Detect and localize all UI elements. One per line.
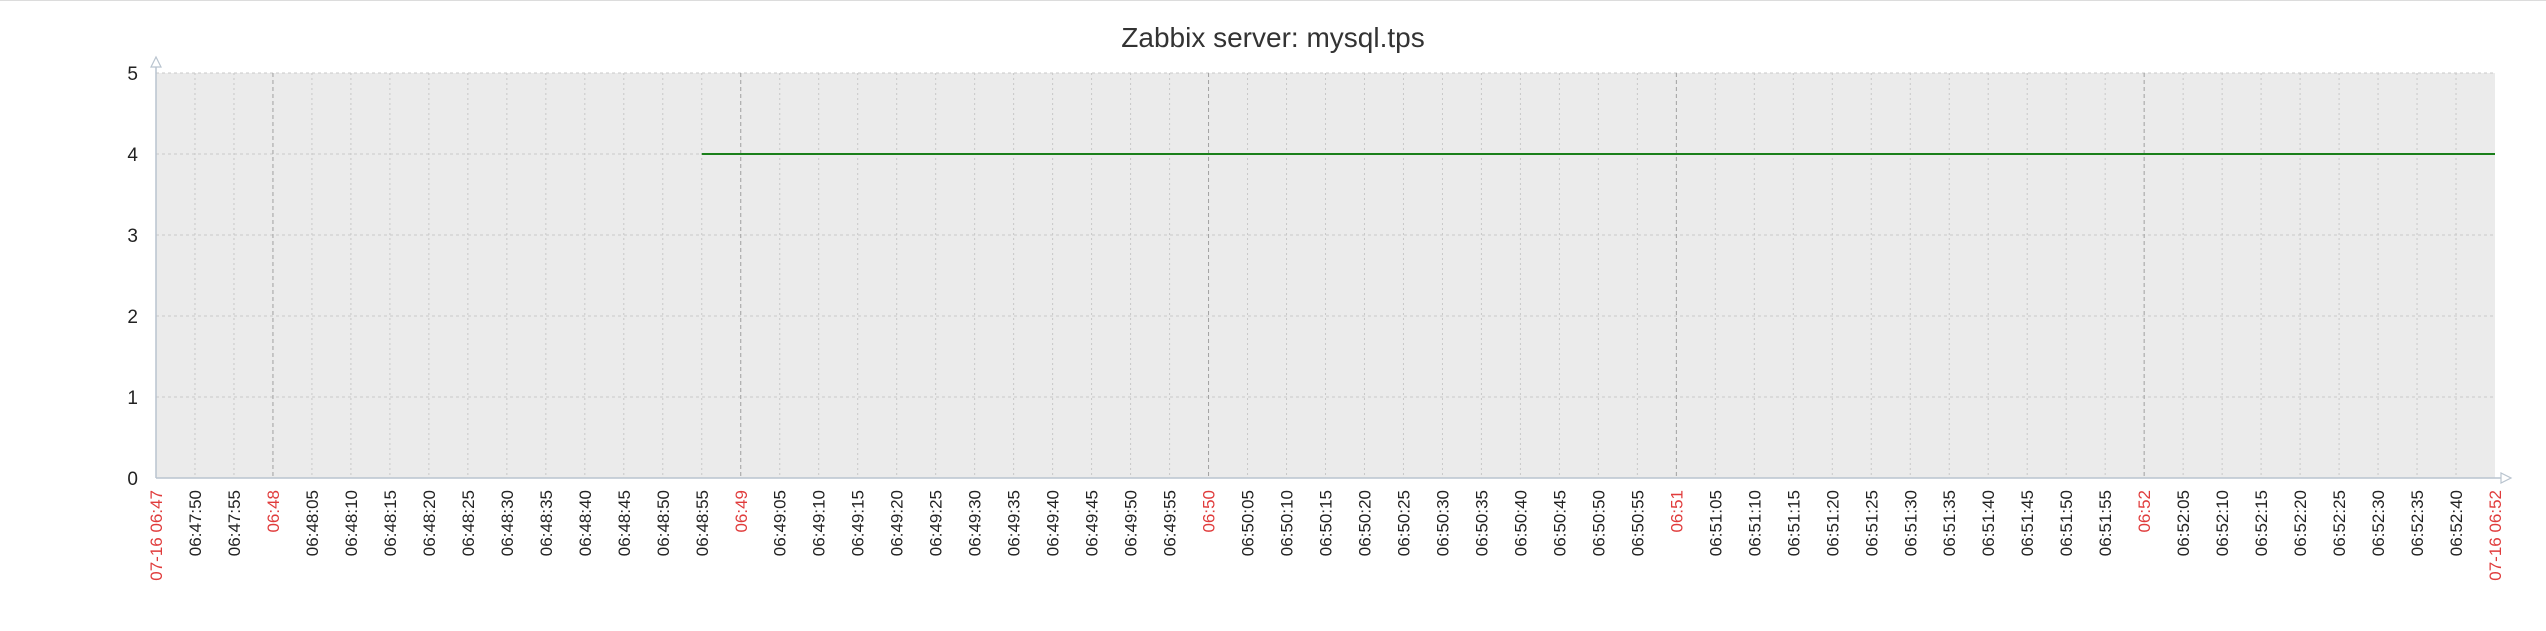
x-tick-label: 06:48:50 <box>654 490 673 556</box>
x-tick-label: 06:51:20 <box>1823 490 1842 556</box>
x-tick-label: 06:52 <box>2135 490 2154 533</box>
x-tick-label: 06:52:10 <box>2213 490 2232 556</box>
x-tick-label: 06:52:30 <box>2369 490 2388 556</box>
x-tick-label: 06:49:40 <box>1044 490 1063 556</box>
x-tick-label: 06:48 <box>264 490 283 533</box>
x-tick-label: 06:51:15 <box>1784 490 1803 556</box>
x-tick-label: 06:49 <box>732 490 751 533</box>
x-tick-label: 06:50:25 <box>1394 490 1413 556</box>
y-tick-label: 1 <box>127 388 138 409</box>
x-tick-label: 06:52:35 <box>2408 490 2427 556</box>
x-tick-label: 06:47:50 <box>186 490 205 556</box>
x-tick-label: 06:50:15 <box>1317 490 1336 556</box>
x-tick-label: 06:52:05 <box>2174 490 2193 556</box>
x-tick-label: 06:52:15 <box>2252 490 2271 556</box>
y-tick-label: 3 <box>127 226 138 247</box>
x-tick-label: 06:51:55 <box>2096 490 2115 556</box>
x-tick-label: 06:48:45 <box>615 490 634 556</box>
y-tick-label: 0 <box>127 469 138 490</box>
x-tick-label: 06:50:05 <box>1239 490 1258 556</box>
x-tick-label: 06:48:55 <box>693 490 712 556</box>
x-tick-label: 07-16 06:47 <box>147 490 166 581</box>
x-tick-label: 06:48:25 <box>459 490 478 556</box>
x-tick-label: 06:49:55 <box>1161 490 1180 556</box>
x-tick-label: 06:49:20 <box>888 490 907 556</box>
x-tick-label: 07-16 06:52 <box>2486 490 2505 581</box>
x-tick-label: 06:50:35 <box>1472 490 1491 556</box>
x-tick-label: 06:50:55 <box>1628 490 1647 556</box>
x-tick-label: 06:51:50 <box>2057 490 2076 556</box>
x-tick-label: 06:50:40 <box>1511 490 1530 556</box>
x-tick-label: 06:50:30 <box>1433 490 1452 556</box>
x-tick-label: 06:49:25 <box>927 490 946 556</box>
x-tick-label: 06:49:35 <box>1005 490 1024 556</box>
y-tick-label: 4 <box>127 145 138 166</box>
x-tick-label: 06:49:50 <box>1122 490 1141 556</box>
x-tick-label: 06:50:45 <box>1550 490 1569 556</box>
x-tick-label: 06:49:05 <box>771 490 790 556</box>
x-tick-label: 06:49:45 <box>1083 490 1102 556</box>
x-tick-label: 06:51:35 <box>1940 490 1959 556</box>
x-tick-label: 06:50 <box>1200 490 1219 533</box>
chart: Zabbix server: mysql.tps 0 1 2 3 4 5 07-16 06:… <box>127 22 2513 581</box>
x-tick-label: 06:48:10 <box>342 490 361 556</box>
x-tick-label: 06:48:15 <box>381 490 400 556</box>
y-axis-arrow-icon <box>150 55 162 68</box>
x-tick-label: 06:50:20 <box>1355 490 1374 556</box>
x-tick-label: 06:48:35 <box>537 490 556 556</box>
x-tick-label: 06:51:45 <box>2018 490 2037 556</box>
x-tick-label: 06:51 <box>1667 490 1686 533</box>
x-tick-label: 06:48:20 <box>420 490 439 556</box>
x-tick-label: 06:48:05 <box>303 490 322 556</box>
x-tick-label: 06:51:10 <box>1745 490 1764 556</box>
x-tick-label: 06:49:15 <box>849 490 868 556</box>
y-tick-label: 2 <box>127 307 138 328</box>
chart-title: Zabbix server: mysql.tps <box>1121 22 1424 53</box>
x-tick-label: 06:51:40 <box>1979 490 1998 556</box>
x-tick-label: 06:51:30 <box>1901 490 1920 556</box>
x-tick-label: 06:52:40 <box>2447 490 2466 556</box>
x-axis-arrow-icon <box>2500 472 2513 484</box>
x-tick-label: 06:51:05 <box>1706 490 1725 556</box>
x-tick-label: 06:51:25 <box>1862 490 1881 556</box>
x-tick-label: 06:48:40 <box>576 490 595 556</box>
x-tick-label: 06:48:30 <box>498 490 517 556</box>
y-tick-label: 5 <box>127 64 138 85</box>
x-tick-label: 06:52:25 <box>2330 490 2349 556</box>
x-tick-label: 06:49:30 <box>966 490 985 556</box>
x-tick-label: 06:50:10 <box>1278 490 1297 556</box>
x-tick-label: 06:47:55 <box>225 490 244 556</box>
x-tick-label: 06:52:20 <box>2291 490 2310 556</box>
x-tick-label: 06:50:50 <box>1589 490 1608 556</box>
plot-area: 0 1 2 3 4 5 07-16 06:47 06:47:50 06:47:55 06:48 06… <box>127 55 2513 581</box>
x-tick-label: 06:49:10 <box>810 490 829 556</box>
